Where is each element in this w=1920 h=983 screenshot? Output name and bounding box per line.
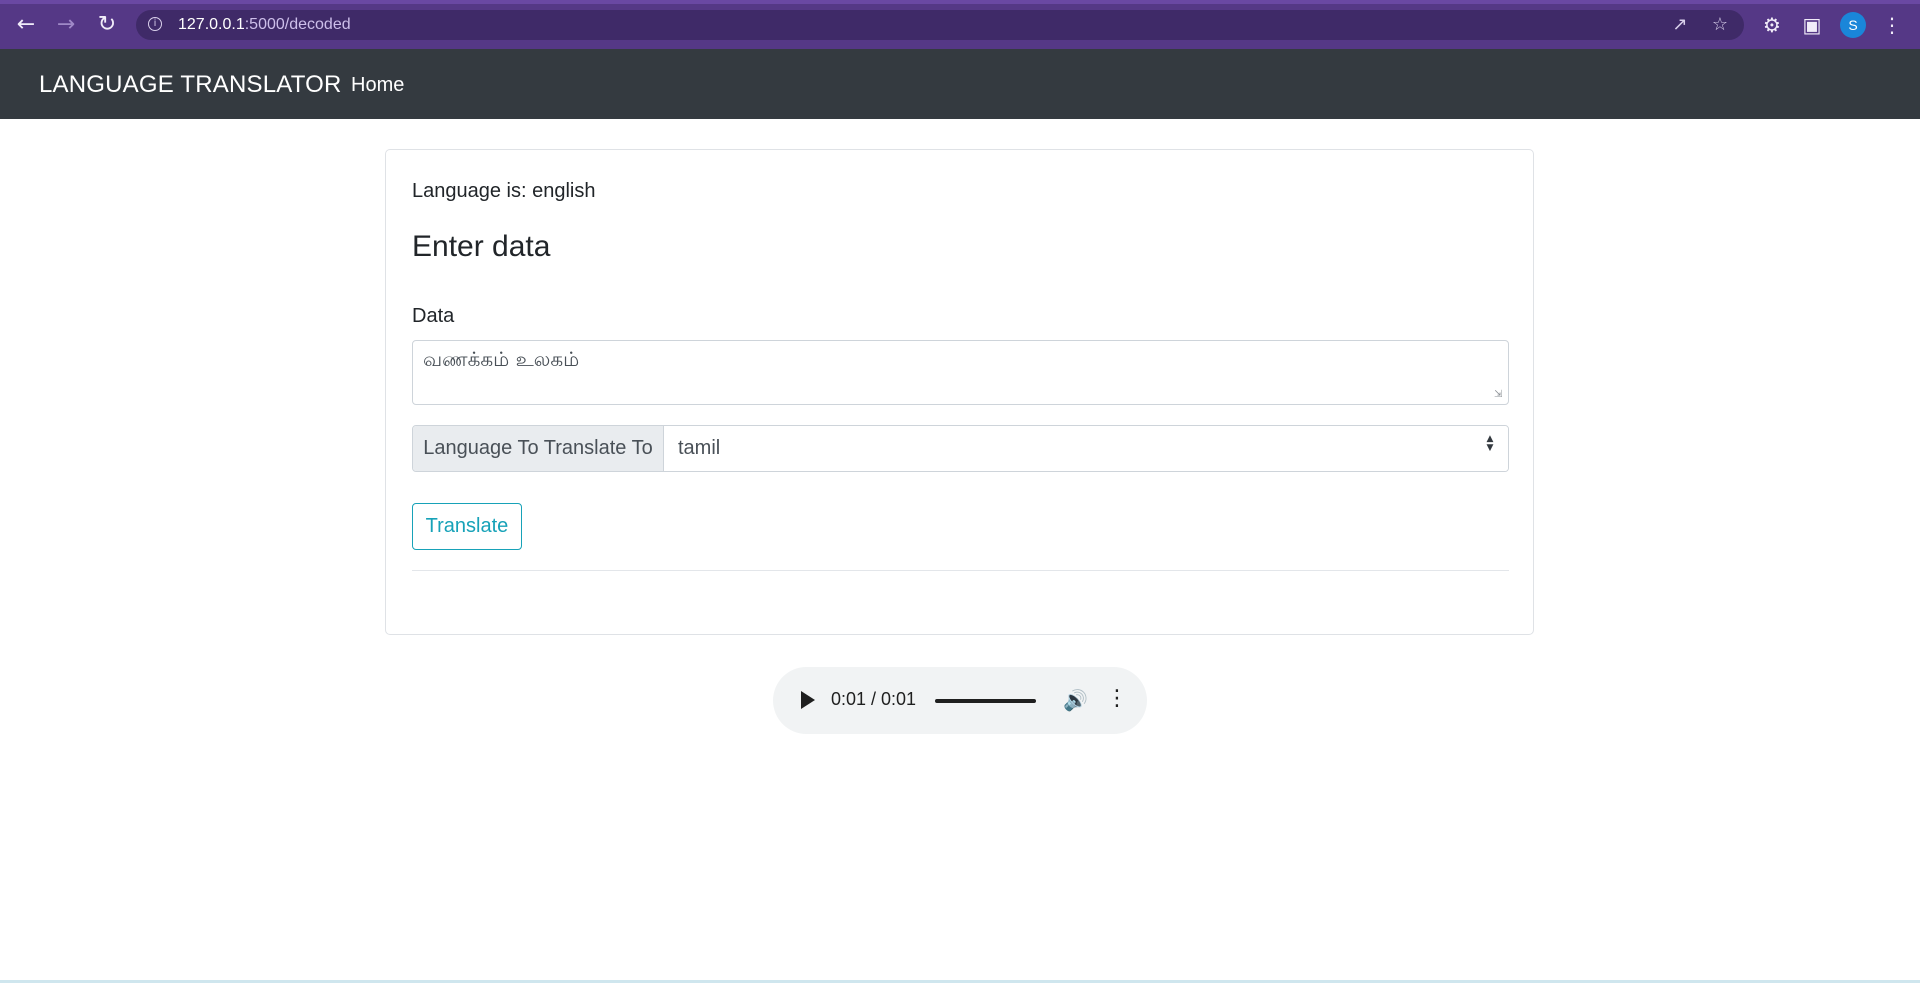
profile-avatar[interactable]: S — [1840, 12, 1866, 38]
selected-language: tamil — [678, 437, 721, 459]
info-icon[interactable]: i — [148, 17, 162, 31]
seek-bar[interactable] — [935, 699, 1036, 703]
play-icon[interactable] — [801, 691, 815, 709]
star-icon[interactable]: ☆ — [1710, 15, 1730, 35]
card-divider — [412, 570, 1509, 571]
reload-icon[interactable]: ↻ — [95, 13, 119, 37]
url-host: 127.0.0.1 — [178, 16, 245, 33]
card-heading: Enter data — [412, 230, 551, 263]
target-language-group: Language To Translate To tamil ▲ ▼ — [412, 425, 1509, 472]
detected-language: Language is: english — [412, 180, 596, 202]
kebab-menu-icon[interactable]: ⋮ — [1880, 13, 1904, 37]
more-options-icon[interactable]: ⋮ — [1106, 688, 1128, 712]
address-bar[interactable]: i 127.0.0.1:5000/decoded ↗ ☆ — [136, 10, 1744, 40]
audio-time: 0:01 / 0:01 — [831, 689, 917, 709]
tab-strip — [0, 0, 1920, 4]
data-textarea[interactable]: வணக்கம் உலகம் ⇲ — [412, 340, 1509, 405]
url-text[interactable]: 127.0.0.1:5000/decoded — [178, 16, 351, 34]
nav-home-link[interactable]: Home — [351, 74, 404, 97]
side-panel-icon[interactable]: ▣ — [1800, 13, 1824, 37]
select-caret-icon: ▲ ▼ — [1486, 434, 1494, 453]
url-path: :5000/decoded — [244, 16, 351, 33]
extensions-icon[interactable]: ⚙ — [1760, 13, 1784, 37]
forward-icon: → — [56, 12, 76, 37]
data-textarea-value: வணக்கம் உலகம் — [423, 347, 580, 371]
browser-toolbar: ← → ↻ i 127.0.0.1:5000/decoded ↗ ☆ ⚙ ▣ S… — [0, 0, 1920, 50]
data-label: Data — [412, 305, 455, 327]
target-language-select[interactable]: tamil ▲ ▼ — [664, 426, 1508, 471]
volume-icon[interactable]: 🔊 — [1063, 688, 1088, 712]
site-navbar: LANGUAGE TRANSLATOR Home — [0, 49, 1920, 119]
target-language-label: Language To Translate To — [413, 426, 664, 471]
resize-grip-icon[interactable]: ⇲ — [1494, 390, 1504, 400]
audio-player: 0:01 / 0:01 🔊 ⋮ — [773, 667, 1147, 734]
translate-card: Language is: english Enter data Data வணக… — [385, 149, 1534, 635]
back-icon[interactable]: ← — [14, 13, 38, 37]
brand-title[interactable]: LANGUAGE TRANSLATOR — [39, 71, 342, 99]
translate-button[interactable]: Translate — [412, 503, 522, 550]
share-icon[interactable]: ↗ — [1670, 15, 1690, 35]
